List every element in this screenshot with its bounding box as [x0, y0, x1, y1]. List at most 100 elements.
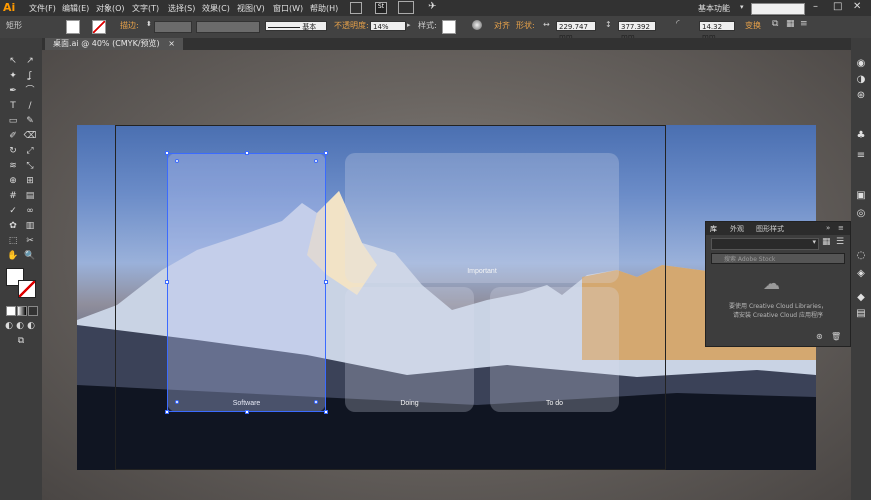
help-search-input[interactable] [751, 3, 805, 15]
list-view-icon[interactable]: ☰ [836, 237, 844, 247]
transform-label[interactable]: 变换 [745, 20, 761, 31]
shape-properties-label[interactable]: 形状: [516, 20, 535, 31]
stock-search-input[interactable]: 搜索 Adobe Stock [711, 253, 845, 264]
symbols-icon[interactable]: ♣ [855, 130, 867, 141]
gradient-icon[interactable]: ▣ [855, 190, 867, 201]
chevron-down-icon[interactable]: ▾ [740, 3, 744, 11]
paintbrush-tool-icon[interactable]: ✎ [23, 116, 37, 127]
color-mode-icon[interactable] [6, 306, 16, 316]
menu-select[interactable]: 选择(S) [168, 3, 195, 14]
none-mode-icon[interactable] [28, 306, 38, 316]
stroke-label[interactable]: 描边: [120, 20, 139, 31]
draw-normal-icon[interactable]: ◐ [4, 321, 14, 332]
color-icon[interactable]: ◉ [855, 58, 867, 69]
corner-widget-bottom-right[interactable] [314, 400, 318, 404]
width-field[interactable]: 229.747 mm [556, 21, 596, 41]
rectangle-tool-icon[interactable]: ▭ [6, 116, 20, 127]
lasso-tool-icon[interactable]: ʆ [23, 71, 37, 82]
tab-libraries[interactable]: 库 [710, 224, 717, 234]
stroke-color-icon[interactable] [18, 280, 36, 298]
resize-handle-right[interactable] [324, 280, 328, 284]
height-field[interactable]: 377.392 mm [618, 21, 656, 41]
resize-handle-bottom-left[interactable] [165, 410, 169, 414]
eyedropper-tool-icon[interactable]: ✓ [6, 206, 20, 217]
chevron-right-icon[interactable]: ▸ [407, 21, 411, 29]
menu-window[interactable]: 窗口(W) [273, 3, 303, 14]
type-tool-icon[interactable]: T [6, 101, 20, 112]
zoom-tool-icon[interactable]: 🔍 [23, 251, 37, 262]
color-guide-icon[interactable]: ◑ [855, 74, 867, 85]
column-graph-tool-icon[interactable]: ▥ [23, 221, 37, 232]
line-tool-icon[interactable]: / [23, 101, 37, 112]
close-document-icon[interactable]: × [168, 39, 175, 48]
variable-width-profile[interactable] [196, 21, 260, 33]
library-select[interactable]: ▾ [711, 238, 819, 250]
document-tab[interactable]: 桌面.ai @ 40% (CMYK/预览) × [45, 38, 183, 50]
select-similar-icon[interactable]: ▦ [786, 19, 795, 29]
fill-swatch[interactable] [66, 20, 80, 34]
stroke-icon[interactable]: ≡ [855, 150, 867, 161]
perspective-tool-icon[interactable]: ⊞ [23, 176, 37, 187]
selection-tool-icon[interactable]: ↖ [6, 56, 20, 67]
resize-handle-top-right[interactable] [324, 151, 328, 155]
screen-mode-icon[interactable]: ⧉ [14, 336, 28, 347]
isolate-object-icon[interactable]: ⧉ [772, 19, 778, 29]
width-tool-icon[interactable]: ≋ [6, 161, 20, 172]
tab-appearance[interactable]: 外观 [730, 224, 744, 234]
draw-behind-icon[interactable]: ◐ [15, 321, 25, 332]
corner-widget-bottom-left[interactable] [175, 400, 179, 404]
menu-effect[interactable]: 效果(C) [202, 3, 230, 14]
shape-builder-tool-icon[interactable]: ⊕ [6, 176, 20, 187]
arrange-documents-icon[interactable] [398, 1, 414, 14]
corner-type-icon[interactable]: ◜ [676, 19, 680, 29]
menu-object[interactable]: 对象(O) [96, 3, 125, 14]
graphic-style-swatch[interactable] [442, 20, 456, 34]
panel-menu-icon[interactable]: ≡ [800, 19, 808, 29]
resize-handle-top[interactable] [245, 151, 249, 155]
opacity-field[interactable]: 14% [370, 21, 406, 31]
gpu-performance-icon[interactable]: ✈ [428, 1, 436, 12]
menu-view[interactable]: 视图(V) [237, 3, 265, 14]
blend-tool-icon[interactable]: ∞ [23, 206, 37, 217]
menu-type[interactable]: 文字(T) [132, 3, 159, 14]
graphic-styles-icon[interactable]: ◈ [855, 268, 867, 279]
card-doing[interactable]: Doing [345, 287, 474, 412]
magic-wand-tool-icon[interactable]: ✦ [6, 71, 20, 82]
corner-widget-top-left[interactable] [175, 159, 179, 163]
rotate-tool-icon[interactable]: ↻ [6, 146, 20, 157]
tab-graphic-styles[interactable]: 图形样式 [756, 224, 784, 234]
trash-icon[interactable]: 🗑 [831, 332, 841, 341]
brushes-icon[interactable]: ⊛ [855, 90, 867, 101]
menu-file[interactable]: 文件(F) [29, 3, 56, 14]
creative-cloud-icon[interactable]: ⊛ [816, 332, 823, 341]
corner-widget-top-right[interactable] [314, 159, 318, 163]
hand-tool-icon[interactable]: ✋ [6, 251, 20, 262]
card-important[interactable]: Important [345, 153, 619, 283]
pen-tool-icon[interactable]: ✒ [6, 86, 20, 97]
slice-tool-icon[interactable]: ✂ [23, 236, 37, 247]
symbol-sprayer-tool-icon[interactable]: ✿ [6, 221, 20, 232]
close-button[interactable]: ✕ [853, 1, 861, 12]
stock-icon[interactable]: St [375, 2, 387, 14]
opacity-label[interactable]: 不透明度: [334, 20, 369, 31]
stroke-weight-stepper[interactable]: ⬍ [146, 20, 152, 28]
brush-definition-field[interactable]: 基本 [265, 21, 327, 31]
bridge-icon[interactable] [350, 2, 362, 14]
artboards-icon[interactable]: ▤ [855, 308, 867, 319]
recolor-artwork-icon[interactable] [472, 20, 482, 30]
resize-handle-bottom-right[interactable] [324, 410, 328, 414]
grid-view-icon[interactable]: ▦ [822, 237, 831, 247]
minimize-button[interactable]: – [813, 1, 818, 12]
scale-tool-icon[interactable]: ⤢ [23, 146, 37, 157]
gradient-mode-icon[interactable] [17, 306, 27, 316]
appearance-icon[interactable]: ◌ [855, 250, 867, 261]
direct-selection-tool-icon[interactable]: ↗ [23, 56, 37, 67]
stroke-weight-field[interactable] [154, 21, 192, 33]
transparency-icon[interactable]: ◎ [855, 208, 867, 219]
menu-help[interactable]: 帮助(H) [310, 3, 338, 14]
layers-icon[interactable]: ◆ [855, 292, 867, 303]
align-label[interactable]: 对齐 [494, 20, 510, 31]
gradient-tool-icon[interactable]: ▤ [23, 191, 37, 202]
workspace-switcher[interactable]: 基本功能 [698, 3, 730, 14]
eraser-tool-icon[interactable]: ⌫ [23, 131, 37, 142]
